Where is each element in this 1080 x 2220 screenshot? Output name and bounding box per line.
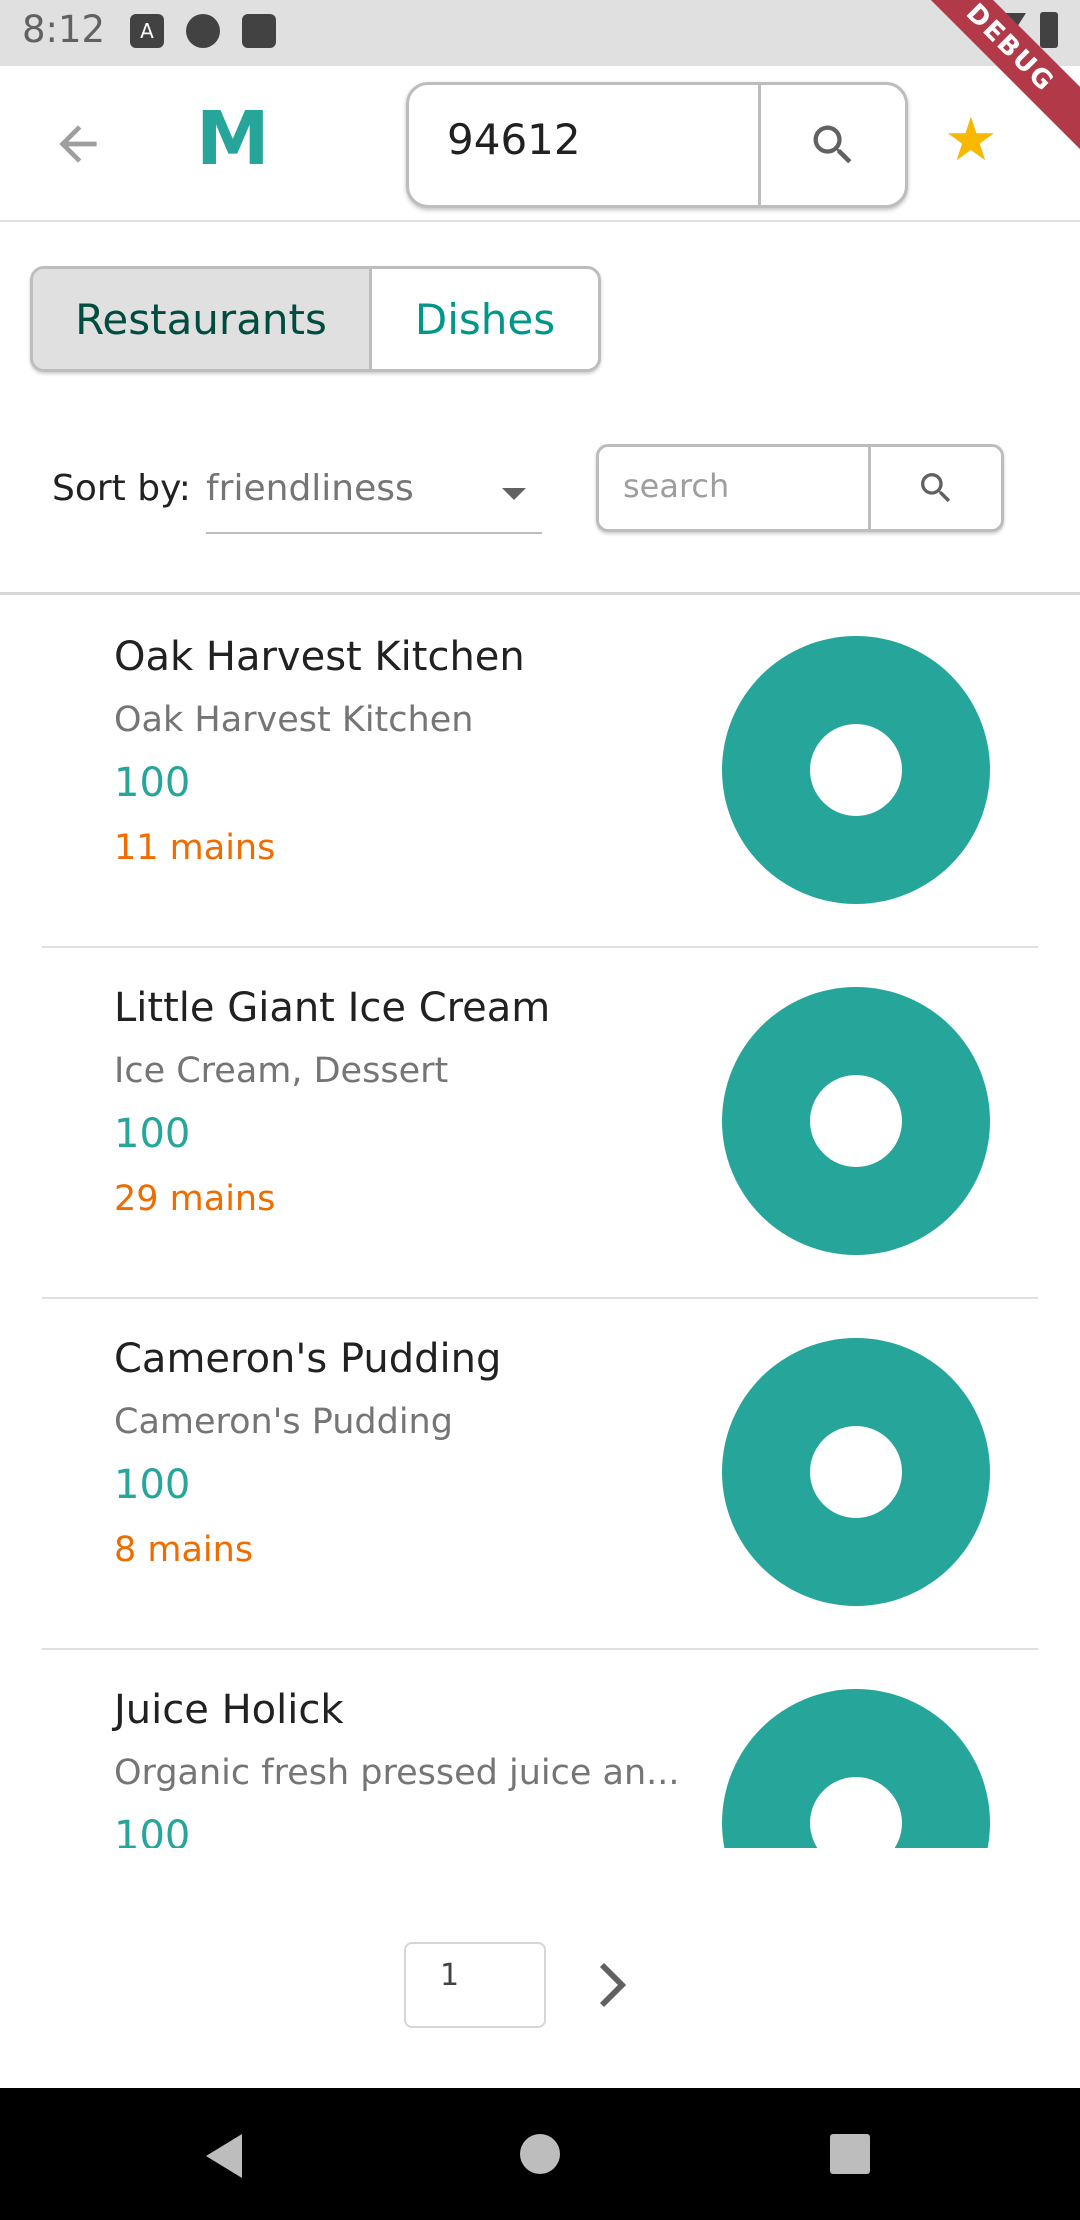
notification-icons: A <box>130 14 276 48</box>
zip-input[interactable]: 94612 <box>447 115 581 164</box>
next-page-chevron-icon[interactable] <box>592 1960 632 2010</box>
app-logo: M <box>196 96 270 182</box>
divider <box>0 592 1080 595</box>
restaurant-mains: 11 mains <box>114 828 276 868</box>
zip-search-button[interactable] <box>758 85 905 205</box>
restaurant-name: Little Giant Ice Cream <box>114 985 551 1031</box>
restaurant-mains: 29 mains <box>114 1179 276 1219</box>
page-number-field[interactable]: 1 <box>404 1942 546 2028</box>
list-item[interactable]: Oak Harvest Kitchen Oak Harvest Kitchen … <box>42 596 1038 948</box>
score-donut-icon <box>722 636 990 904</box>
sort-dropdown[interactable]: friendliness <box>206 452 542 534</box>
restaurant-mains: 8 mains <box>114 1530 254 1570</box>
sort-label: Sort by: <box>52 468 191 509</box>
search-icon <box>813 125 852 164</box>
favorites-star-icon[interactable]: ★ <box>944 110 998 170</box>
notification-a-icon: A <box>130 14 164 48</box>
score-donut-icon <box>722 1338 990 1606</box>
app-bar: M 94612 ★ <box>0 66 1080 222</box>
restaurant-name: Juice Holick <box>114 1687 344 1733</box>
score-donut-icon <box>722 1689 990 1848</box>
list-item[interactable]: Little Giant Ice Cream Ice Cream, Desser… <box>42 947 1038 1299</box>
filter-search-box[interactable]: search <box>596 444 1004 532</box>
system-nav-bar <box>0 2088 1080 2220</box>
battery-icon <box>1040 12 1058 48</box>
nav-recents-icon[interactable] <box>830 2134 870 2174</box>
list-item[interactable]: Cameron's Pudding Cameron's Pudding 100 … <box>42 1298 1038 1650</box>
filter-search-button[interactable] <box>868 447 1001 529</box>
restaurant-name: Oak Harvest Kitchen <box>114 634 525 680</box>
nav-back-icon[interactable] <box>206 2134 242 2178</box>
back-arrow-icon[interactable] <box>50 116 106 172</box>
restaurant-subtitle: Oak Harvest Kitchen <box>114 700 474 740</box>
score-donut-icon <box>722 987 990 1255</box>
list-item[interactable]: Juice Holick Organic fresh pressed juice… <box>42 1649 1038 1848</box>
tab-dishes[interactable]: Dishes <box>372 269 598 369</box>
zip-search-box[interactable]: 94612 <box>406 82 908 208</box>
status-bar: 8:12 A <box>0 0 1080 66</box>
restaurant-subtitle: Organic fresh pressed juice an... <box>114 1753 680 1793</box>
filter-search-input[interactable]: search <box>623 467 729 505</box>
tab-restaurants[interactable]: Restaurants <box>33 269 372 369</box>
restaurant-subtitle: Cameron's Pudding <box>114 1402 453 1442</box>
restaurant-score: 100 <box>114 1462 191 1508</box>
restaurant-score: 100 <box>114 1111 191 1157</box>
status-time: 8:12 <box>22 8 106 51</box>
sd-card-icon <box>242 14 276 48</box>
sort-value: friendliness <box>206 468 414 509</box>
notification-app-icon <box>186 14 220 48</box>
restaurant-name: Cameron's Pudding <box>114 1336 502 1382</box>
category-toggle: Restaurants Dishes <box>30 266 601 372</box>
restaurant-score: 100 <box>114 760 191 806</box>
search-icon <box>921 473 951 503</box>
restaurant-list[interactable]: Oak Harvest Kitchen Oak Harvest Kitchen … <box>0 596 1080 1848</box>
dropdown-arrow-icon <box>502 488 526 500</box>
page-number[interactable]: 1 <box>440 1958 459 1993</box>
restaurant-score: 100 <box>114 1813 191 1848</box>
nav-home-icon[interactable] <box>520 2134 560 2174</box>
restaurant-subtitle: Ice Cream, Dessert <box>114 1051 449 1091</box>
